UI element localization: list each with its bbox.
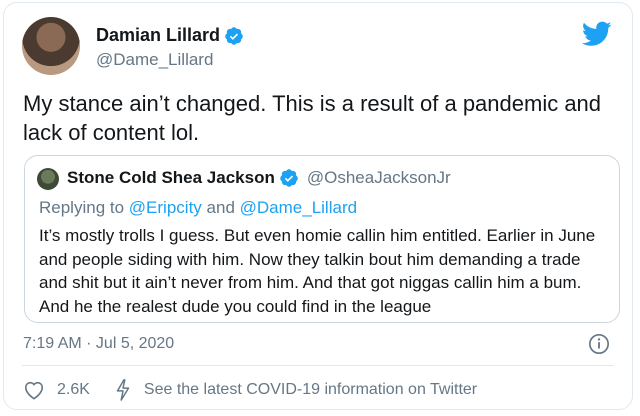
replying-prefix: Replying to — [39, 198, 125, 217]
quoted-author-row: Stone Cold Shea Jackson @OsheaJacksonJr — [67, 168, 451, 188]
verified-badge-icon — [280, 169, 298, 187]
like-count[interactable]: 2.6K — [57, 381, 90, 399]
tweet-text: My stance ain’t changed. This is a resul… — [23, 91, 602, 145]
author-name-row: Damian Lillard — [96, 25, 244, 46]
info-icon[interactable] — [588, 333, 610, 355]
author-name[interactable]: Damian Lillard — [96, 25, 220, 46]
author-handle[interactable]: @Dame_Lillard — [96, 50, 213, 70]
bolt-icon — [116, 379, 130, 401]
quoted-author-handle[interactable]: @OsheaJacksonJr — [307, 168, 451, 188]
tweet-card: Damian Lillard @Dame_Lillard My stance a… — [3, 2, 633, 410]
action-bar: 2.6K See the latest COVID-19 information… — [23, 379, 477, 401]
heart-icon[interactable] — [23, 380, 45, 400]
verified-badge-icon — [225, 26, 243, 45]
reply-mention-dame-lillard[interactable]: @Dame_Lillard — [240, 198, 357, 217]
replying-to-line: Replying to @Eripcity and @Dame_Lillard — [39, 198, 357, 218]
replying-and: and — [206, 198, 235, 217]
reply-mention-eripcity[interactable]: @Eripcity — [129, 198, 202, 217]
divider — [22, 365, 614, 366]
twitter-bird-icon[interactable] — [582, 21, 612, 47]
covid-info-link[interactable]: See the latest COVID-19 information on T… — [144, 381, 477, 399]
quoted-author-avatar[interactable] — [37, 168, 59, 190]
author-avatar[interactable] — [22, 17, 80, 75]
quoted-tweet-text: It’s mostly trolls I guess. But even hom… — [39, 226, 596, 316]
tweet-timestamp[interactable]: 7:19 AM · Jul 5, 2020 — [23, 335, 174, 353]
quoted-author-name[interactable]: Stone Cold Shea Jackson — [67, 168, 275, 188]
quoted-tweet[interactable]: Stone Cold Shea Jackson @OsheaJacksonJr … — [24, 155, 620, 323]
